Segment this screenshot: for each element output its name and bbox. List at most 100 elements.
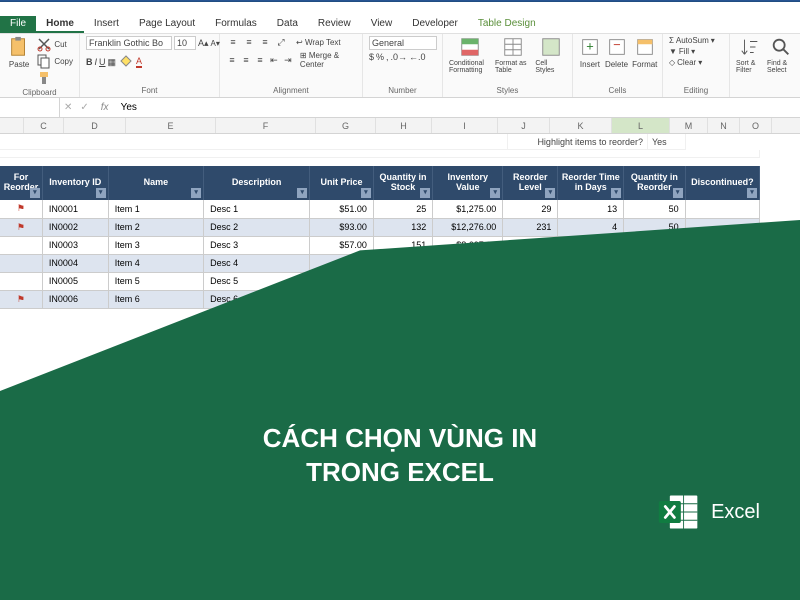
sort-filter-button[interactable]: Sort & Filter [736, 36, 763, 74]
tab-page-layout[interactable]: Page Layout [129, 16, 205, 33]
cell[interactable]: Item 5 [108, 272, 203, 290]
col-inventory-id[interactable]: Inventory ID [42, 166, 108, 200]
font-size-dropdown[interactable]: 10 [174, 36, 196, 50]
number-format-dropdown[interactable]: General [369, 36, 437, 50]
format-painter-button[interactable] [36, 70, 73, 86]
highlight-value[interactable]: Yes [648, 134, 686, 150]
col-header-H[interactable]: H [376, 118, 432, 133]
bold-button[interactable]: B [86, 57, 93, 67]
cell[interactable]: Item 4 [108, 254, 203, 272]
tab-data[interactable]: Data [267, 16, 308, 33]
cell[interactable]: Item 1 [108, 200, 203, 218]
clear-button[interactable]: ◇ Clear ▾ [669, 58, 702, 67]
cell[interactable]: Item 3 [108, 236, 203, 254]
name-box[interactable] [0, 98, 60, 117]
col-for-reorder[interactable]: For Reorder [0, 166, 42, 200]
tab-table-design[interactable]: Table Design [468, 16, 546, 33]
cut-button[interactable]: Cut [36, 36, 73, 52]
copy-button[interactable]: Copy [36, 53, 73, 69]
format-cells-button[interactable]: Format [632, 36, 657, 69]
indent-right-button[interactable]: ⇥ [282, 54, 294, 66]
col-description[interactable]: Description [204, 166, 310, 200]
font-color-button[interactable]: A [136, 56, 142, 68]
conditional-formatting-button[interactable]: Conditional Formatting [449, 36, 491, 74]
fx-ok-button[interactable]: ✓ [76, 102, 92, 113]
cell[interactable]: Desc 4 [204, 254, 310, 272]
cell[interactable]: Desc 2 [204, 218, 310, 236]
fx-icon[interactable]: fx [93, 102, 117, 113]
comma-button[interactable]: , [386, 52, 389, 62]
border-button[interactable]: ▦ [108, 57, 117, 68]
col-header-I[interactable]: I [432, 118, 498, 133]
merge-center-button[interactable]: ⊞ Merge & Center [300, 51, 356, 69]
cell[interactable]: Desc 3 [204, 236, 310, 254]
cell[interactable]: IN0001 [42, 200, 108, 218]
cell[interactable]: 231 [503, 218, 558, 236]
col-header-D[interactable]: D [64, 118, 126, 133]
align-center-button[interactable]: ≡ [240, 54, 252, 66]
insert-cells-button[interactable]: +Insert [579, 36, 601, 69]
paste-button[interactable]: Paste [6, 36, 32, 69]
col-header-O[interactable]: O [740, 118, 772, 133]
cell[interactable]: ⚑ [0, 218, 42, 236]
formula-input[interactable]: Yes [117, 102, 141, 113]
currency-button[interactable]: $ [369, 52, 374, 62]
cell[interactable] [0, 236, 42, 254]
col-quantity-in-stock[interactable]: Quantity in Stock [373, 166, 432, 200]
cell[interactable] [0, 272, 42, 290]
col-header-C[interactable]: C [24, 118, 64, 133]
col-header-corner[interactable] [0, 118, 24, 133]
font-name-dropdown[interactable]: Franklin Gothic Bo [86, 36, 172, 50]
tab-developer[interactable]: Developer [402, 16, 468, 33]
col-header-M[interactable]: M [670, 118, 708, 133]
tab-insert[interactable]: Insert [84, 16, 129, 33]
cell[interactable]: Desc 1 [204, 200, 310, 218]
cell[interactable]: $93.00 [310, 218, 374, 236]
col-reorder-level[interactable]: Reorder Level [503, 166, 558, 200]
cell[interactable]: IN0006 [42, 290, 108, 308]
col-unit-price[interactable]: Unit Price [310, 166, 374, 200]
align-bottom-button[interactable]: ≡ [258, 36, 272, 48]
col-header-J[interactable]: J [498, 118, 550, 133]
tab-file[interactable]: File [0, 16, 36, 33]
col-header-L[interactable]: L [612, 118, 670, 133]
find-select-button[interactable]: Find & Select [767, 36, 794, 74]
align-top-button[interactable]: ≡ [226, 36, 240, 48]
cell[interactable]: Item 6 [108, 290, 203, 308]
col-reorder-time-in-days[interactable]: Reorder Time in Days [558, 166, 624, 200]
tab-review[interactable]: Review [308, 16, 361, 33]
cell[interactable]: 50 [624, 200, 686, 218]
delete-cells-button[interactable]: −Delete [605, 36, 628, 69]
cell[interactable] [0, 254, 42, 272]
col-header-G[interactable]: G [316, 118, 376, 133]
tab-formulas[interactable]: Formulas [205, 16, 267, 33]
fill-color-button[interactable] [118, 53, 134, 71]
cell[interactable]: $51.00 [310, 200, 374, 218]
col-header-F[interactable]: F [216, 118, 316, 133]
align-middle-button[interactable]: ≡ [242, 36, 256, 48]
underline-button[interactable]: U [99, 57, 106, 67]
col-name[interactable]: Name [108, 166, 203, 200]
cell[interactable]: 29 [503, 200, 558, 218]
cell[interactable]: IN0004 [42, 254, 108, 272]
cell[interactable]: IN0003 [42, 236, 108, 254]
cell[interactable]: IN0005 [42, 272, 108, 290]
shrink-font-button[interactable]: A▾ [211, 39, 220, 48]
indent-left-button[interactable]: ⇤ [268, 54, 280, 66]
align-left-button[interactable]: ≡ [226, 54, 238, 66]
cell[interactable]: IN0002 [42, 218, 108, 236]
fill-button[interactable]: ▼ Fill ▾ [669, 47, 695, 56]
col-header-N[interactable]: N [708, 118, 740, 133]
percent-button[interactable]: % [376, 52, 384, 62]
align-right-button[interactable]: ≡ [254, 54, 266, 66]
orientation-button[interactable]: ⤢ [274, 36, 288, 48]
decrease-decimal-button[interactable]: ←.0 [409, 52, 426, 62]
cell[interactable]: 13 [558, 200, 624, 218]
cell[interactable]: Item 2 [108, 218, 203, 236]
cell[interactable]: $1,275.00 [433, 200, 503, 218]
tab-view[interactable]: View [361, 16, 403, 33]
wrap-text-button[interactable]: ↩ Wrap Text [296, 38, 341, 47]
tab-home[interactable]: Home [36, 16, 84, 33]
table-row[interactable]: ⚑IN0001Item 1Desc 1$51.0025$1,275.002913… [0, 200, 760, 218]
cell[interactable] [685, 200, 759, 218]
